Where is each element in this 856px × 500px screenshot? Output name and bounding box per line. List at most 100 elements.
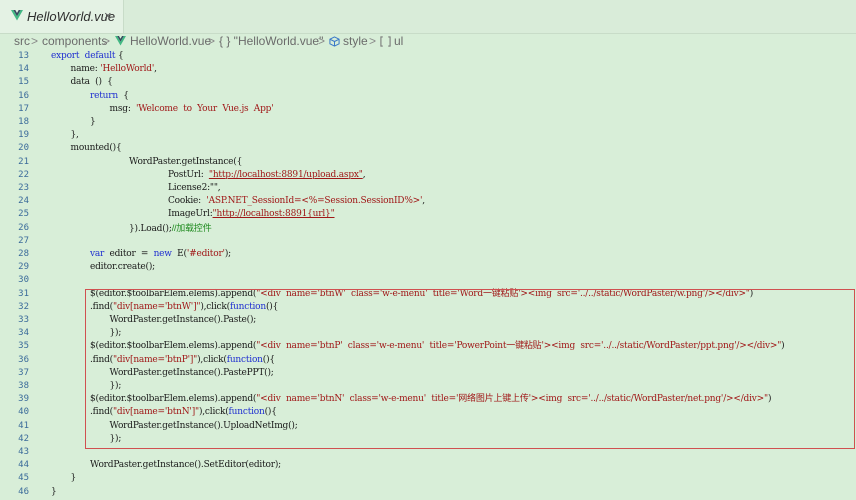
tab-helloworld-vue[interactable]: HelloWorld.vue ×	[0, 0, 124, 33]
code-text: License2:"",	[168, 182, 220, 195]
close-icon[interactable]: ×	[104, 8, 112, 23]
code-text: msg: 'Welcome to Your Vue.js App'	[110, 103, 274, 116]
code-text: WordPaster.getInstance().UploadNetImg();	[110, 420, 298, 433]
code-token: );	[225, 249, 231, 259]
line-number: 18	[0, 116, 29, 129]
code-text: editor.create();	[90, 261, 155, 274]
code-text: Cookie: 'ASP.NET_SessionId=<%=Session.Se…	[168, 195, 425, 208]
line-number: 32	[0, 301, 29, 314]
line-number: 21	[0, 156, 29, 169]
code-line: 44 WordPaster.getInstance().SetEditor(edi…	[0, 459, 856, 472]
line-number: 20	[0, 142, 29, 155]
code-line: 43	[0, 446, 856, 459]
code-token: }	[71, 473, 77, 483]
code-line: 17 msg: 'Welcome to Your Vue.js App'	[0, 103, 856, 116]
code-token: new	[154, 249, 172, 259]
code-token: $(editor.$toolbarElem.elems).append(	[90, 289, 256, 299]
code-text: WordPaster.getInstance().SetEditor(edito…	[90, 459, 281, 472]
code-text: $(editor.$toolbarElem.elems).append("<di…	[90, 393, 771, 406]
code-line: 34});	[0, 327, 856, 340]
code-token: }	[51, 487, 57, 497]
line-number: 17	[0, 103, 29, 116]
code-text: });	[110, 433, 122, 446]
code-line: 37 WordPaster.getInstance().PastePPT();	[0, 367, 856, 380]
code-line: 27	[0, 235, 856, 248]
code-text: WordPaster.getInstance({	[129, 156, 242, 169]
code-token: )	[781, 341, 784, 351]
code-token: '#editor'	[187, 249, 225, 259]
code-line: 13export default {	[0, 50, 856, 63]
brackets-icon	[380, 36, 391, 47]
code-text: }	[90, 116, 96, 129]
code-line: 29editor.create();	[0, 261, 856, 274]
code-text: return {	[90, 90, 129, 103]
code-token: .find(	[90, 407, 113, 417]
code-token: "http://localhost:8891{url}"	[213, 209, 335, 219]
code-editor[interactable]: 13export default {14name: 'HelloWorld',1…	[0, 50, 856, 500]
code-line: 31 $(editor.$toolbarElem.elems).append("<…	[0, 288, 856, 301]
code-token: WordPaster.getInstance().Paste();	[110, 315, 257, 325]
line-number: 30	[0, 274, 29, 287]
code-text: data () {	[71, 76, 113, 89]
code-line: 28var editor = new E('#editor');	[0, 248, 856, 261]
line-number: 24	[0, 195, 29, 208]
code-token: function	[227, 355, 263, 365]
code-token: )	[750, 289, 753, 299]
code-token: ),click(	[197, 355, 227, 365]
line-number: 44	[0, 459, 29, 472]
code-token: }	[90, 117, 96, 127]
code-text: PostUrl: "http://localhost:8891/upload.a…	[168, 169, 365, 182]
code-text: .find("div[name='btnW']"),click(function…	[90, 301, 278, 314]
code-token: name:	[71, 64, 101, 74]
breadcrumb-separator: >	[103, 34, 110, 48]
code-token: var	[90, 249, 104, 259]
code-token: $(editor.$toolbarElem.elems).append(	[90, 341, 256, 351]
code-text: }	[51, 486, 57, 499]
code-token: ),click(	[199, 407, 229, 417]
tab-title: HelloWorld.vue	[27, 9, 115, 24]
code-token: 'ASP.NET_SessionId=<%=Session.SessionID%…	[206, 196, 422, 206]
breadcrumb-item-ul[interactable]: ul	[394, 34, 403, 48]
code-text: name: 'HelloWorld',	[71, 63, 157, 76]
code-token: return	[90, 91, 118, 101]
code-token: });	[110, 381, 122, 391]
code-token: ,	[422, 196, 425, 206]
code-line: 23License2:"",	[0, 182, 856, 195]
code-token: "<div name='btnW' class='w-e-menu' title…	[256, 289, 750, 299]
code-token: function	[230, 302, 266, 312]
code-token: }).Load();	[129, 224, 172, 234]
code-text: $(editor.$toolbarElem.elems).append("<di…	[90, 340, 784, 353]
code-token: "http://localhost:8891/upload.aspx"	[209, 170, 363, 180]
code-token: $(editor.$toolbarElem.elems).append(	[90, 394, 256, 404]
code-token: "div[name='btnN']"	[113, 407, 199, 417]
breadcrumb-item-src[interactable]: src	[14, 34, 30, 48]
line-number: 31	[0, 288, 29, 301]
breadcrumb-item-module[interactable]: { } "HelloWorld.vue"	[219, 34, 323, 48]
code-text: }).Load();//加载控件	[129, 222, 212, 236]
code-line: 21 WordPaster.getInstance({	[0, 156, 856, 169]
line-number: 37	[0, 367, 29, 380]
line-number: 28	[0, 248, 29, 261]
breadcrumb-item-style[interactable]: style	[343, 34, 368, 48]
breadcrumb-separator: >	[208, 34, 215, 48]
code-token: License2:"",	[168, 183, 220, 193]
code-text: export default {	[51, 50, 124, 63]
code-token: (){	[266, 302, 278, 312]
line-number: 33	[0, 314, 29, 327]
tab-bar: HelloWorld.vue ×	[0, 0, 856, 34]
code-token: (){	[263, 355, 275, 365]
code-token: editor.create();	[90, 262, 155, 272]
breadcrumb-item-file[interactable]: HelloWorld.vue	[130, 34, 211, 48]
code-token: )	[768, 394, 771, 404]
code-token: ),click(	[200, 302, 230, 312]
code-line: 35 $(editor.$toolbarElem.elems).append("<…	[0, 340, 856, 353]
code-text: .find("div[name='btnP']"),click(function…	[90, 354, 275, 367]
code-text: $(editor.$toolbarElem.elems).append("<di…	[90, 288, 753, 301]
code-text: WordPaster.getInstance().PastePPT();	[110, 367, 274, 380]
line-number: 41	[0, 420, 29, 433]
code-token: //加载控件	[172, 223, 212, 233]
breadcrumb-item-components[interactable]: components	[42, 34, 107, 48]
line-number: 38	[0, 380, 29, 393]
code-line: 19},	[0, 129, 856, 142]
line-number: 35	[0, 340, 29, 353]
